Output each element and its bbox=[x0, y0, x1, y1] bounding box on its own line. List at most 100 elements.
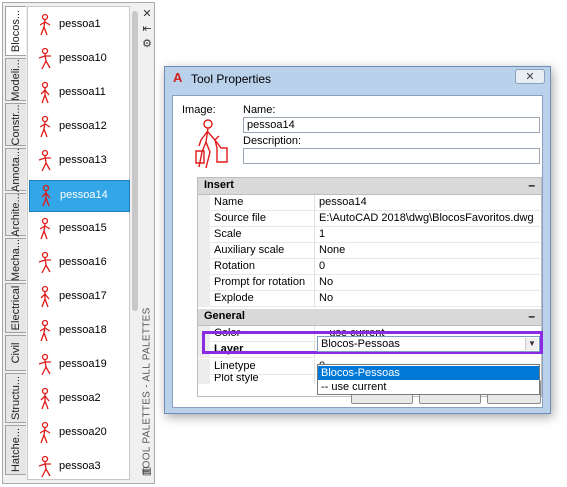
person-block-icon bbox=[39, 13, 51, 36]
dialog-close-button[interactable]: ✕ bbox=[515, 69, 545, 84]
property-value[interactable]: No bbox=[315, 275, 541, 291]
chevron-down-icon[interactable]: ▼ bbox=[525, 338, 538, 350]
property-name: Scale bbox=[210, 227, 315, 243]
person-block-icon bbox=[39, 319, 51, 342]
tab-hatches[interactable]: Hatche... bbox=[5, 425, 26, 475]
property-row[interactable]: Prompt for rotation No bbox=[198, 275, 541, 291]
property-row[interactable]: Scale 1 bbox=[198, 227, 541, 243]
tab-modeling[interactable]: Modeli... bbox=[5, 58, 26, 101]
general-section-header[interactable]: General – bbox=[198, 309, 541, 326]
palette-tool-item[interactable]: pessoa17 bbox=[29, 282, 128, 312]
property-row[interactable]: Rotation 0 bbox=[198, 259, 541, 275]
property-row[interactable]: Name pessoa14 bbox=[198, 195, 541, 211]
property-value[interactable]: pessoa14 bbox=[315, 195, 541, 211]
layer-option-blocos-pessoas[interactable]: Blocos-Pessoas bbox=[318, 366, 539, 380]
palette-tool-item[interactable]: pessoa12 bbox=[29, 112, 128, 142]
palette-menu-icon[interactable]: ▤ bbox=[141, 466, 153, 478]
person-block-icon bbox=[38, 455, 51, 478]
property-row[interactable]: Explode No bbox=[198, 291, 541, 307]
tool-palette-window: Blocos... Modeli... Constr... Annota... … bbox=[2, 2, 155, 484]
dialog-title: Tool Properties bbox=[191, 72, 272, 86]
image-label: Image: bbox=[182, 104, 216, 116]
property-name: Source file bbox=[210, 211, 315, 227]
palette-tool-label: pessoa13 bbox=[59, 154, 107, 166]
property-row[interactable]: Auxiliary scale None bbox=[198, 243, 541, 259]
property-row[interactable]: Source file E:\AutoCAD 2018\dwg\BlocosFav… bbox=[198, 211, 541, 227]
property-value[interactable]: E:\AutoCAD 2018\dwg\BlocosFavoritos.dwg bbox=[315, 211, 541, 227]
palette-tool-label: pessoa10 bbox=[59, 52, 107, 64]
palette-tool-label: pessoa18 bbox=[59, 324, 107, 336]
palette-tool-item[interactable]: pessoa16 bbox=[29, 248, 128, 278]
palette-tool-label: pessoa20 bbox=[59, 426, 107, 438]
name-field[interactable]: pessoa14 bbox=[243, 117, 540, 133]
layer-combobox[interactable]: Blocos-Pessoas ▼ bbox=[317, 336, 540, 352]
person-block-icon bbox=[38, 47, 51, 70]
palette-tool-item[interactable]: pessoa10 bbox=[29, 44, 128, 74]
person-block-icon bbox=[38, 353, 51, 376]
properties-icon[interactable]: ⚙ bbox=[141, 38, 153, 50]
person-block-icon bbox=[38, 251, 51, 274]
palette-tool-item[interactable]: pessoa3 bbox=[29, 452, 128, 482]
collapse-icon[interactable]: – bbox=[528, 178, 535, 192]
palette-tool-item[interactable]: pessoa14 bbox=[29, 180, 130, 212]
person-block-icon bbox=[38, 149, 51, 172]
tab-constraints[interactable]: Constr... bbox=[5, 103, 26, 146]
property-name: Explode bbox=[210, 291, 315, 307]
description-label: Description: bbox=[243, 135, 302, 147]
layer-value: Blocos-Pessoas bbox=[321, 338, 400, 350]
person-block-icon bbox=[40, 387, 50, 410]
palette-tool-item[interactable]: pessoa2 bbox=[29, 384, 128, 414]
tab-annotation[interactable]: Annota... bbox=[5, 147, 26, 192]
description-field[interactable] bbox=[243, 148, 540, 164]
palette-tool-label: pessoa15 bbox=[59, 222, 107, 234]
palette-tool-item[interactable]: pessoa11 bbox=[29, 78, 128, 108]
palette-tool-item[interactable]: pessoa19 bbox=[29, 350, 128, 380]
tab-mechanical[interactable]: Mecha... bbox=[5, 238, 26, 281]
autohide-icon[interactable]: ⇤ bbox=[141, 23, 153, 35]
tab-blocos[interactable]: Blocos... bbox=[5, 6, 26, 56]
property-name: Auxiliary scale bbox=[210, 243, 315, 259]
person-block-icon bbox=[40, 81, 50, 104]
palette-tool-label: pessoa17 bbox=[59, 290, 107, 302]
palette-tool-item[interactable]: pessoa18 bbox=[29, 316, 128, 346]
tab-civil[interactable]: Civil bbox=[5, 335, 26, 371]
tab-structural[interactable]: Structu... bbox=[5, 373, 26, 423]
person-block-icon bbox=[40, 285, 50, 308]
person-block-icon bbox=[39, 115, 51, 138]
insert-section-header[interactable]: Insert – bbox=[198, 178, 541, 195]
layer-dropdown-list: Blocos-Pessoas -- use current bbox=[317, 364, 540, 395]
person-block-icon bbox=[39, 421, 51, 444]
property-name: Rotation bbox=[210, 259, 315, 275]
palette-tool-label: pessoa1 bbox=[59, 18, 101, 30]
tab-architectural[interactable]: Archite... bbox=[5, 193, 26, 236]
tab-electrical[interactable]: Electrical bbox=[5, 283, 26, 333]
dialog-titlebar[interactable]: A Tool Properties ✕ bbox=[165, 67, 550, 91]
palette-tool-label: pessoa12 bbox=[59, 120, 107, 132]
property-value[interactable]: None bbox=[315, 243, 541, 259]
palette-tool-label: pessoa16 bbox=[59, 256, 107, 268]
palette-tool-label: pessoa14 bbox=[60, 189, 108, 201]
palette-tool-item[interactable]: pessoa1 bbox=[29, 10, 128, 40]
property-value[interactable]: No bbox=[315, 291, 541, 307]
name-label: Name: bbox=[243, 104, 276, 116]
tool-properties-dialog: A Tool Properties ✕ Image: Name: pessoa1… bbox=[164, 66, 551, 414]
palette-tool-item[interactable]: pessoa15 bbox=[29, 214, 128, 244]
close-icon[interactable]: ✕ bbox=[141, 8, 153, 20]
palette-tool-list: pessoa1 pessoa10 pessoa11 pessoa12 pessoa13 p… bbox=[27, 6, 130, 480]
palette-tool-item[interactable]: pessoa20 bbox=[29, 418, 128, 448]
palette-tool-label: pessoa11 bbox=[59, 86, 106, 98]
property-name: Prompt for rotation bbox=[210, 275, 315, 291]
palette-tool-label: pessoa19 bbox=[59, 358, 107, 370]
palette-tool-item[interactable]: pessoa13 bbox=[29, 146, 128, 176]
autocad-app-icon: A bbox=[173, 70, 183, 85]
palette-tool-label: pessoa3 bbox=[59, 460, 101, 472]
collapse-icon[interactable]: – bbox=[528, 309, 535, 323]
palette-tool-label: pessoa2 bbox=[59, 392, 101, 404]
property-name: Name bbox=[210, 195, 315, 211]
palette-title-bar[interactable]: ✕ ⇤ ⚙ TOOL PALETTES - ALL PALETTES ▤ bbox=[137, 6, 157, 484]
property-value[interactable]: 0 bbox=[315, 259, 541, 275]
layer-option-use-current[interactable]: -- use current bbox=[318, 380, 539, 394]
person-block-icon bbox=[39, 217, 51, 240]
palette-tab-strip: Blocos... Modeli... Constr... Annota... … bbox=[5, 6, 27, 480]
property-value[interactable]: 1 bbox=[315, 227, 541, 243]
